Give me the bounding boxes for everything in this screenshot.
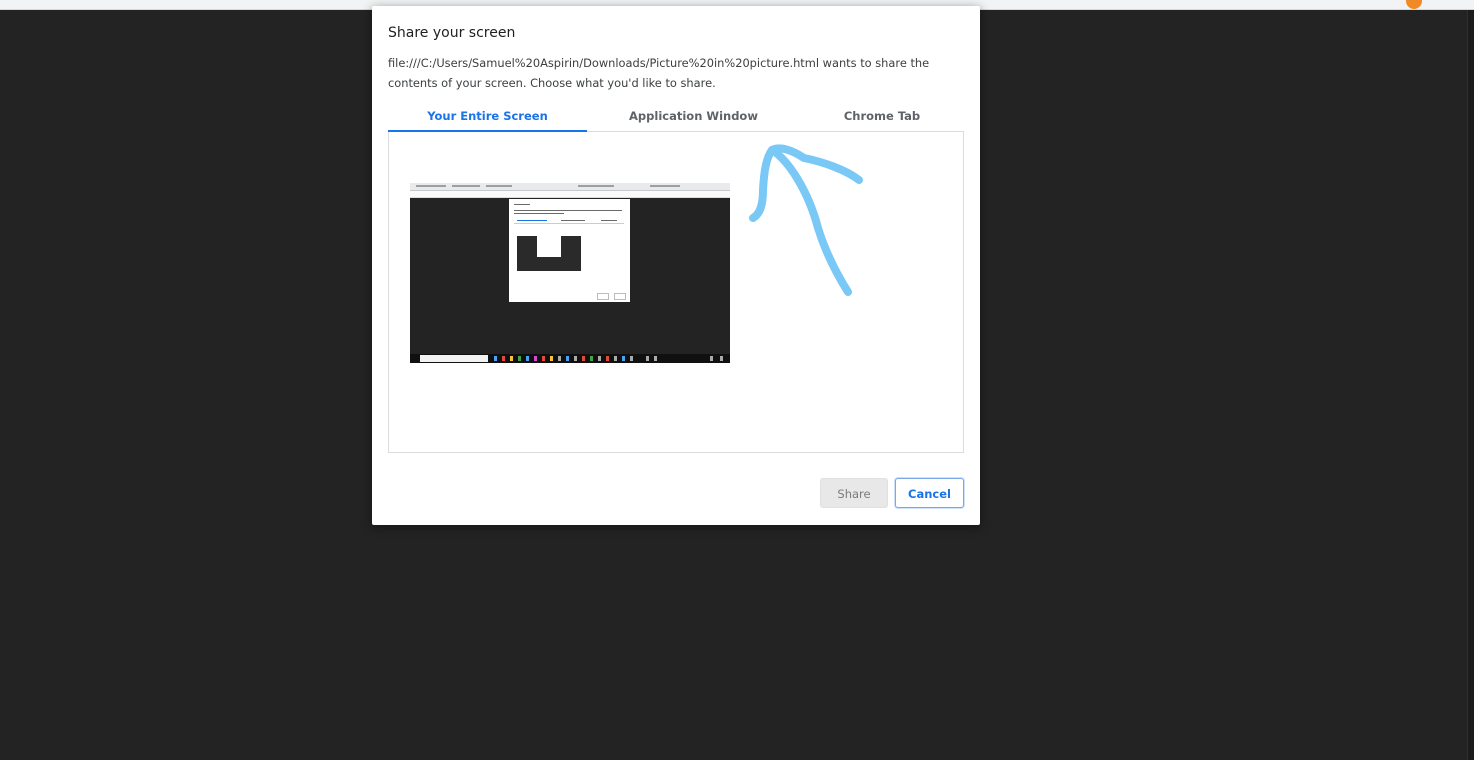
scrollbar[interactable]: [1467, 10, 1474, 760]
thumbnail-nested-screen: [517, 236, 581, 271]
screen-thumbnail[interactable]: [410, 183, 730, 363]
share-button[interactable]: Share: [820, 478, 888, 508]
tab-entire-screen[interactable]: Your Entire Screen: [388, 102, 587, 132]
tab-chrome-tab[interactable]: Chrome Tab: [800, 102, 964, 131]
share-screen-dialog: Share your screen file:///C:/Users/Samue…: [372, 6, 980, 525]
dialog-description: file:///C:/Users/Samuel%20Aspirin/Downlo…: [388, 56, 930, 90]
dialog-title: Share your screen: [388, 25, 516, 41]
thumbnail-address-bar: [410, 191, 730, 198]
thumbnail-dialog: [509, 199, 630, 302]
cancel-button[interactable]: Cancel: [895, 478, 964, 508]
source-list: [388, 132, 964, 453]
thumbnail-taskbar: [410, 354, 730, 363]
tab-bar: Your Entire Screen Application Window Ch…: [388, 102, 964, 132]
tab-application-window[interactable]: Application Window: [587, 102, 800, 131]
thumbnail-tab-strip: [410, 183, 730, 191]
dialog-footer: Share Cancel: [372, 478, 980, 510]
